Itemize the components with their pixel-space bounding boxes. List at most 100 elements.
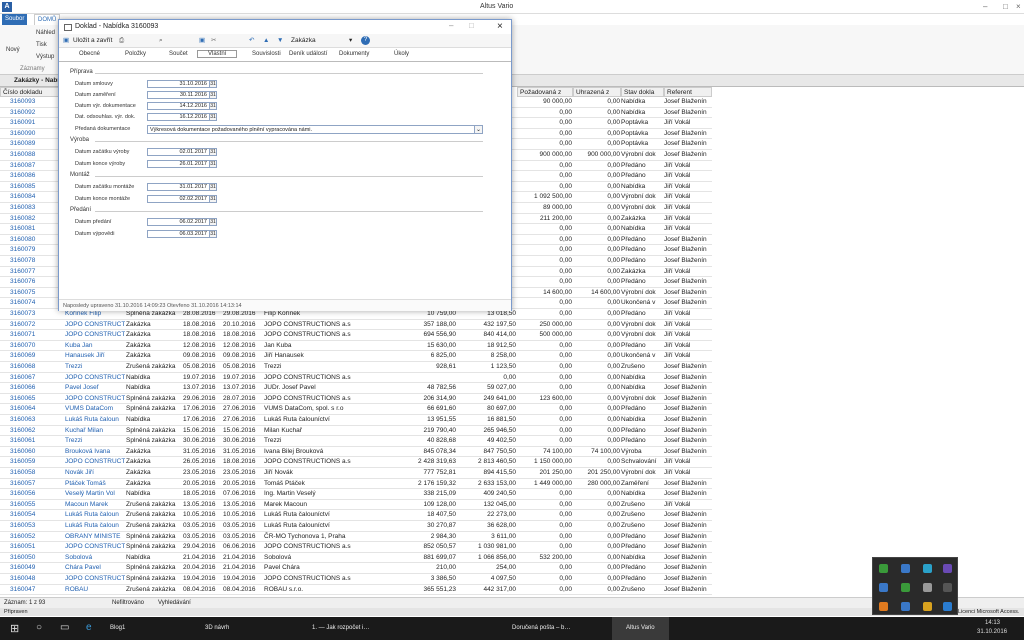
cell-c[interactable]: Brouková Ivana xyxy=(65,447,125,457)
cell-id[interactable]: 3160086 xyxy=(10,171,65,181)
cell-id[interactable]: 3160053 xyxy=(10,521,65,531)
cell-id[interactable]: 3160054 xyxy=(10,510,65,520)
cell-id[interactable]: 3160070 xyxy=(10,341,65,351)
sync-icon[interactable] xyxy=(879,583,888,592)
cell-id[interactable]: 3160056 xyxy=(10,489,65,499)
tab-sum[interactable]: Součet xyxy=(169,51,188,57)
cell-id[interactable]: 3160049 xyxy=(10,563,65,573)
taskbar-item-altus[interactable]: Altus Vario xyxy=(612,617,669,640)
search-icon[interactable]: ⌕ xyxy=(159,34,163,48)
cell-c[interactable]: JOPO CONSTRUCT xyxy=(65,542,125,552)
table-row[interactable]: 3160069 Hanausek Jiří Zakázka 09.08.2016 09.… xyxy=(0,351,712,362)
cell-c[interactable]: Hanausek Jiří xyxy=(65,351,125,361)
cell-id[interactable]: 3160074 xyxy=(10,298,65,308)
tab-file[interactable]: Soubor xyxy=(2,14,28,25)
new-button[interactable]: Nový xyxy=(6,47,20,53)
cell-id[interactable]: 3160079 xyxy=(10,245,65,255)
undo-icon[interactable]: ↶ xyxy=(249,34,254,48)
calendar-icon[interactable]: 31 xyxy=(209,102,217,110)
cell-id[interactable]: 3160062 xyxy=(10,426,65,436)
termination-date-field[interactable]: 06.03.2017 xyxy=(147,230,210,238)
cell-id[interactable]: 3160055 xyxy=(10,500,65,510)
measure-date-field[interactable]: 30.11.2016 xyxy=(147,91,210,99)
chevron-down-icon[interactable]: ▾ xyxy=(349,34,352,48)
calendar-icon[interactable]: 31 xyxy=(209,230,217,238)
cell-c[interactable]: Macoun Marek xyxy=(65,500,125,510)
cell-c[interactable]: Sobolová xyxy=(65,553,125,563)
chevron-down-icon[interactable]: ⌄ xyxy=(474,125,483,134)
cloud-icon[interactable] xyxy=(923,583,932,592)
cell-c[interactable]: Trezzi xyxy=(65,362,125,372)
table-row[interactable]: 3160057 Ptáček Tomáš Zakázka 20.05.2016 20.0… xyxy=(0,479,712,490)
calendar-icon[interactable]: 31 xyxy=(209,195,217,203)
tab-items[interactable]: Položky xyxy=(125,51,146,57)
cell-id[interactable]: 3160078 xyxy=(10,256,65,266)
table-row[interactable]: 3160058 Novák Jiří Zakázka 23.05.2016 23.05.… xyxy=(0,468,712,479)
calendar-icon[interactable]: 31 xyxy=(209,160,217,168)
search-icon[interactable]: ○ xyxy=(36,622,42,633)
cell-c[interactable]: Kuchař Milan xyxy=(65,426,125,436)
table-row[interactable]: 3160059 JOPO CONSTRUCT Zakázka 26.05.2016 18… xyxy=(0,457,712,468)
app-icon[interactable] xyxy=(901,583,910,592)
maximize-button[interactable]: □ xyxy=(1003,2,1008,11)
edge-icon[interactable]: e xyxy=(86,622,92,633)
calendar-icon[interactable]: 31 xyxy=(209,91,217,99)
cell-c[interactable]: JOPO CONSTRUCT xyxy=(65,373,125,383)
app-icon[interactable] xyxy=(943,564,952,573)
cell-id[interactable]: 3160082 xyxy=(10,214,65,224)
clock-date[interactable]: 31.10.2016 xyxy=(977,629,1007,635)
cell-id[interactable]: 3160052 xyxy=(10,532,65,542)
cell-c[interactable]: JOPO CONSTRUCT xyxy=(65,320,125,330)
table-row[interactable]: 3160064 VUMS DataCom Splněná zakázka 17.06.… xyxy=(0,404,712,415)
cell-c[interactable]: Lukáš Ruta čaloun xyxy=(65,415,125,425)
cell-id[interactable]: 3160093 xyxy=(10,97,65,107)
calendar-icon[interactable]: 31 xyxy=(209,113,217,121)
outlook-icon[interactable] xyxy=(901,602,910,611)
cell-c[interactable]: JOPO CONSTRUCT xyxy=(65,330,125,340)
cell-id[interactable]: 3160061 xyxy=(10,436,65,446)
up-arrow-icon[interactable]: ▲ xyxy=(263,34,269,48)
table-row[interactable]: 3160050 Sobolová Nabídka 21.04.2016 21.04.20… xyxy=(0,553,712,564)
app-icon[interactable] xyxy=(943,602,952,611)
docs-date-field[interactable]: 14.12.2016 xyxy=(147,102,210,110)
cell-id[interactable]: 3160088 xyxy=(10,150,65,160)
table-row[interactable]: 3160053 Lukáš Ruta čaloun Zrušená zakázka 0… xyxy=(0,521,712,532)
cell-c[interactable]: Pavel Josef xyxy=(65,383,125,393)
table-row[interactable]: 3160071 JOPO CONSTRUCT Zakázka 18.08.2016 18… xyxy=(0,330,712,341)
cell-id[interactable]: 3160085 xyxy=(10,182,65,192)
cell-c[interactable]: OBRANY MINISTE xyxy=(65,532,125,542)
help-icon[interactable]: ? xyxy=(361,36,370,45)
cell-id[interactable]: 3160069 xyxy=(10,351,65,361)
cell-id[interactable]: 3160051 xyxy=(10,542,65,552)
app-icon[interactable] xyxy=(943,583,952,592)
cell-id[interactable]: 3160058 xyxy=(10,468,65,478)
cut-icon[interactable]: ✂ xyxy=(211,34,216,48)
cell-id[interactable]: 3160076 xyxy=(10,277,65,287)
cell-id[interactable]: 3160092 xyxy=(10,108,65,118)
tab-documents[interactable]: Dokumenty xyxy=(339,51,369,57)
cell-c[interactable]: JOPO CONSTRUCT xyxy=(65,394,125,404)
disk-icon[interactable]: ▣ xyxy=(199,34,205,48)
table-row[interactable]: 3160065 JOPO CONSTRUCT Splněná zakázka 29.0… xyxy=(0,394,712,405)
table-row[interactable]: 3160067 JOPO CONSTRUCT Nabídka 19.07.2016 19… xyxy=(0,373,712,384)
cell-id[interactable]: 3160081 xyxy=(10,224,65,234)
cell-c[interactable]: Veselý Martin Vol xyxy=(65,489,125,499)
table-row[interactable]: 3160051 JOPO CONSTRUCT Splněná zakázka 29.0… xyxy=(0,542,712,553)
table-row[interactable]: 3160066 Pavel Josef Nabídka 13.07.2016 13.07… xyxy=(0,383,712,394)
minimize-button[interactable]: – xyxy=(983,2,987,11)
export-button[interactable]: Výstup xyxy=(36,54,54,60)
app-icon[interactable] xyxy=(879,602,888,611)
mail-icon[interactable] xyxy=(923,602,932,611)
cell-id[interactable]: 3160063 xyxy=(10,415,65,425)
taskbar-item-mail[interactable]: Doručená pošta – b… xyxy=(512,617,570,640)
dropbox-icon[interactable] xyxy=(901,564,910,573)
calendar-icon[interactable]: 31 xyxy=(209,80,217,88)
cell-c[interactable]: JOPO CONSTRUCT xyxy=(65,574,125,584)
cell-id[interactable]: 3160080 xyxy=(10,235,65,245)
handed-docs-select[interactable]: Výkresová dokumentace požadovaného plněn… xyxy=(147,125,482,134)
cell-id[interactable]: 3160072 xyxy=(10,320,65,330)
cell-id[interactable]: 3160048 xyxy=(10,574,65,584)
table-row[interactable]: 3160055 Macoun Marek Zrušená zakázka 13.05.… xyxy=(0,500,712,511)
cell-c[interactable]: Lukáš Ruta čaloun xyxy=(65,510,125,520)
table-row[interactable]: 3160049 Chára Pavel Splněná zakázka 20.04.2… xyxy=(0,563,712,574)
